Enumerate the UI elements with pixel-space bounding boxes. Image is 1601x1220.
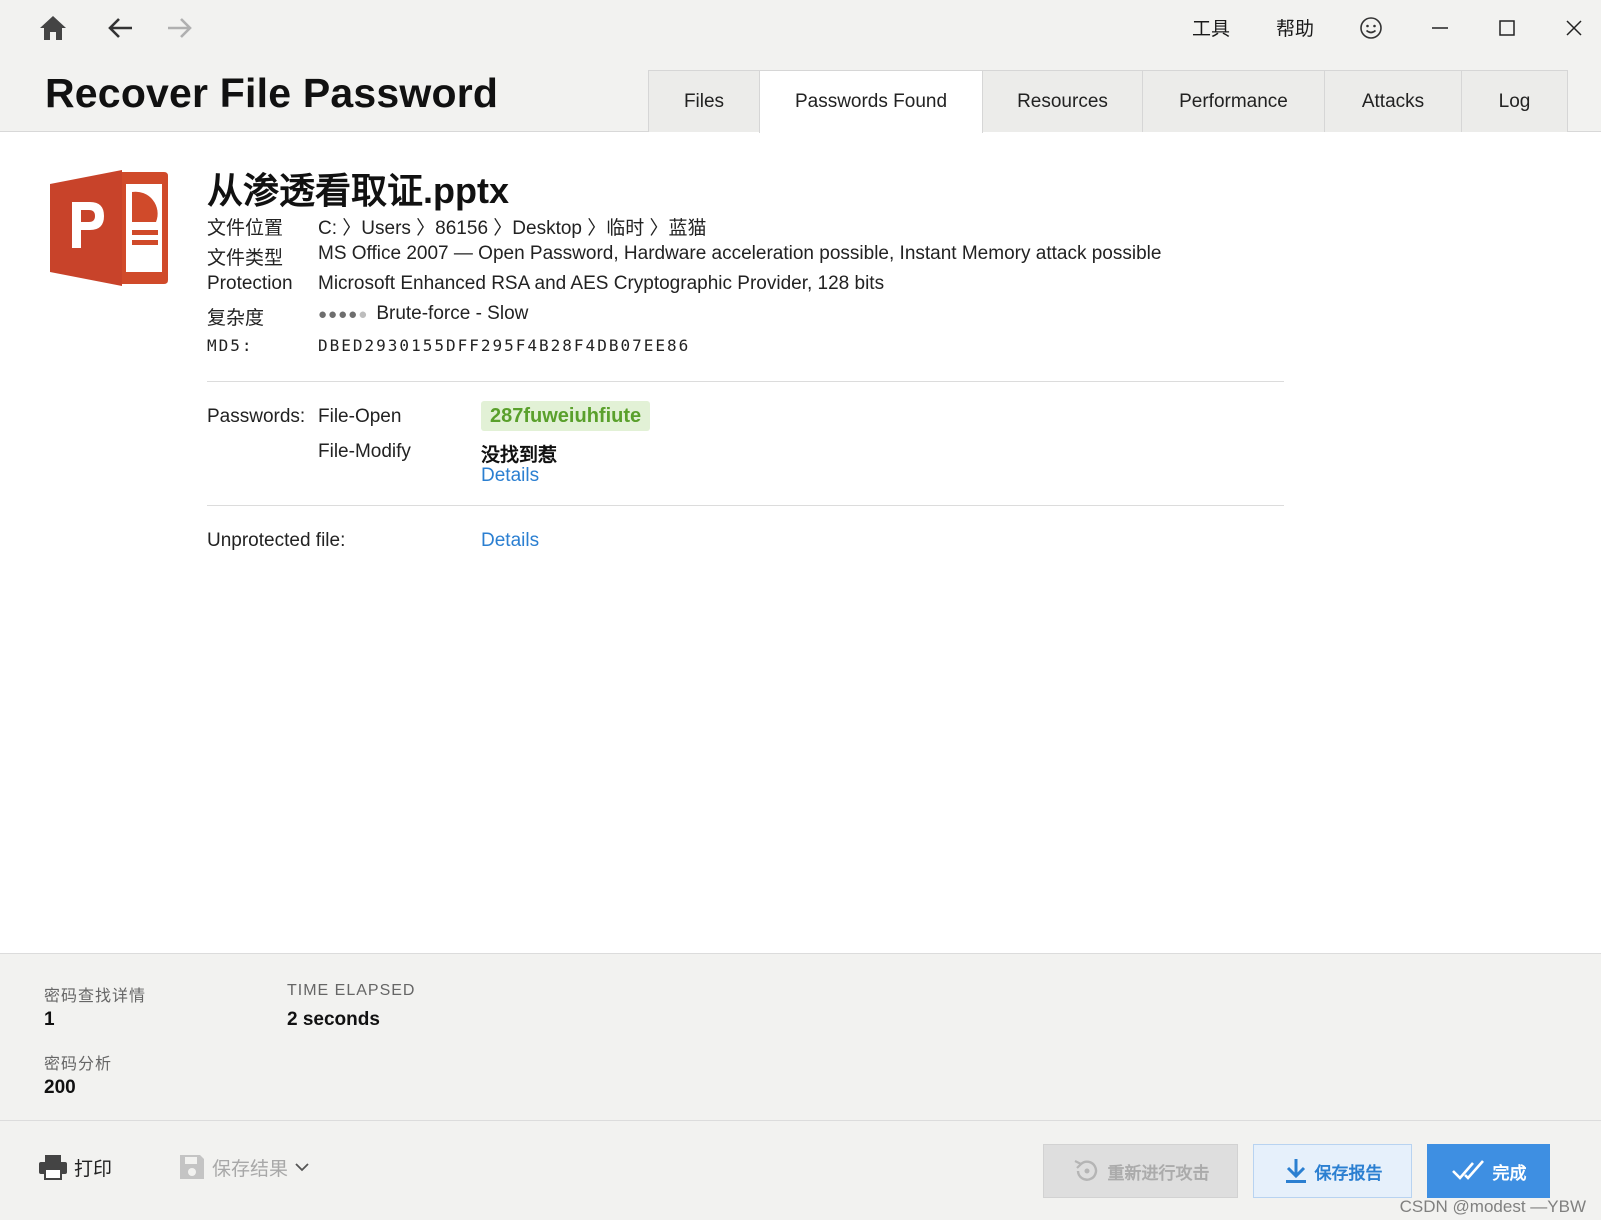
file-open-label: File-Open [318,406,402,427]
smiley-icon [1360,17,1382,39]
menu-tools[interactable]: 工具 [1192,14,1230,41]
unprotected-file-label: Unprotected file: [207,530,346,551]
tab-passwords-found[interactable]: Passwords Found [759,70,983,133]
divider [207,505,1284,506]
file-name: 从渗透看取证.pptx [207,170,509,211]
print-button[interactable]: 打印 [37,1153,112,1181]
unprotected-details-link[interactable]: Details [481,530,539,552]
complexity-label: 复杂度 [207,308,265,329]
file-location-value: C: 〉Users 〉86156 〉Desktop 〉临时 〉蓝猫 [318,218,707,239]
found-password[interactable]: 287fuweiuhfiute [481,401,651,431]
tab-files[interactable]: Files [648,70,760,132]
maximize-button[interactable] [1485,8,1529,48]
file-type-row: 文件类型 MS Office 2007 — Open Password, Har… [207,243,1161,270]
file-modify-label: File-Modify [318,441,411,462]
protection-value: Microsoft Enhanced RSA and AES Cryptogra… [318,273,885,294]
complexity-value: ●●●●● Brute-force - Slow [318,303,528,330]
close-button[interactable] [1552,8,1596,48]
tab-performance[interactable]: Performance [1142,70,1325,132]
arrow-left-icon [108,18,132,38]
arrow-right-icon [168,18,192,38]
complexity-dots: ●●●●● [318,306,368,323]
passwords-label: Passwords: [207,406,306,427]
file-location-row: 文件位置 C: 〉Users 〉86156 〉Desktop 〉临时 〉蓝猫 [207,213,707,240]
complexity-dots-filled: ●●●● [318,306,359,323]
close-icon [1566,20,1582,36]
file-type-label: 文件类型 [207,248,284,269]
complexity-row: 复杂度 ●●●●● Brute-force - Slow [207,303,528,330]
powerpoint-icon [50,170,168,286]
passwords-analyzed-label: 密码分析 [44,1056,113,1073]
md5-value: DBED2930155DFF295F4B28F4DB07EE86 [318,336,691,355]
done-label: 完成 [1492,1163,1527,1183]
tab-bar: Files Passwords Found Resources Performa… [648,70,1568,133]
floppy-disk-icon [180,1155,204,1179]
forward-button[interactable] [160,8,200,48]
download-icon [1285,1159,1306,1183]
protection-row: Protection Microsoft Enhanced RSA and AE… [207,273,884,295]
minimize-icon [1432,27,1448,29]
tab-attacks[interactable]: Attacks [1324,70,1462,132]
save-report-button[interactable]: 保存报告 [1253,1144,1412,1198]
restart-icon [1074,1160,1097,1181]
passwords-found-label: 密码查找详情 [44,988,147,1005]
file-type-value: MS Office 2007 — Open Password, Hardware… [318,243,1162,264]
menu-help[interactable]: 帮助 [1276,14,1314,41]
printer-icon [39,1155,67,1180]
md5-label: MD5: [207,336,254,355]
minimize-button[interactable] [1418,8,1462,48]
title-bar: 工具 帮助 Recover File Password Files Passwo… [0,0,1601,133]
double-check-icon [1451,1160,1484,1180]
home-icon [40,16,66,40]
complexity-dots-empty: ● [358,306,369,323]
divider [207,381,1284,382]
print-label: 打印 [74,1158,113,1180]
save-report-label: 保存报告 [1314,1163,1383,1183]
tab-log[interactable]: Log [1461,70,1568,132]
chevron-down-icon [295,1163,309,1172]
time-elapsed-value: 2 seconds [287,1009,380,1030]
restart-attack-label: 重新进行攻击 [1107,1163,1210,1183]
done-button[interactable]: 完成 [1427,1144,1550,1198]
file-location-label: 文件位置 [207,218,284,239]
stats-panel: 密码查找详情 1 TIME ELAPSED 2 seconds 密码分析 200 [0,953,1601,1121]
complexity-text: Brute-force - Slow [376,303,529,324]
passwords-found-value: 1 [44,1009,55,1030]
passwords-analyzed-value: 200 [44,1077,76,1098]
time-elapsed-label: TIME ELAPSED [287,982,416,999]
save-results-label: 保存结果 [212,1158,289,1180]
back-button[interactable] [100,8,140,48]
protection-label: Protection [207,273,293,294]
watermark: CSDN @modest —YBW [1399,1197,1586,1216]
app-title: Recover File Password [45,70,499,116]
tab-resources[interactable]: Resources [982,70,1143,132]
maximize-icon [1499,20,1515,36]
footer-bar: 打印 保存结果 重新进行攻击 保存报告 完成 CSDN @modest —YBW [0,1121,1601,1220]
modify-password-status: 没找到惹 [481,445,558,466]
home-button[interactable] [33,8,73,48]
restart-attack-button[interactable]: 重新进行攻击 [1043,1144,1238,1198]
feedback-button[interactable] [1349,8,1393,48]
save-results-button[interactable]: 保存结果 [178,1153,310,1181]
md5-row: MD5: DBED2930155DFF295F4B28F4DB07EE86 [207,336,690,355]
details-link[interactable]: Details [481,465,539,487]
